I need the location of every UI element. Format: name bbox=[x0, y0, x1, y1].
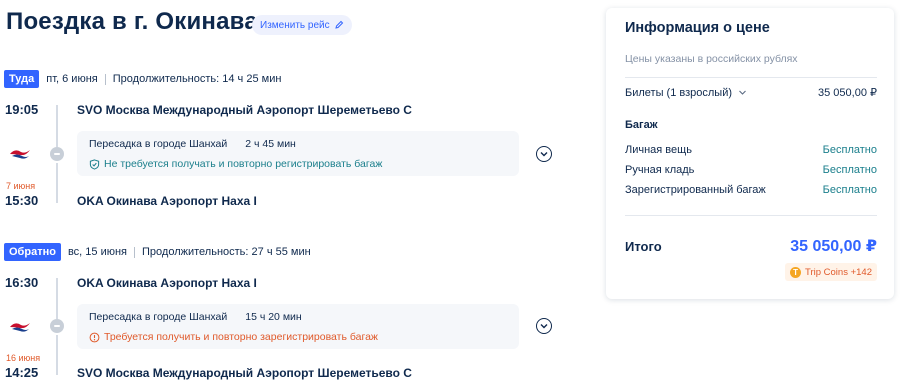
outbound-transfer-city: Пересадка в городе Шанхай bbox=[89, 138, 228, 150]
outbound-baggage-note: Не требуется получать и повторно регистр… bbox=[104, 158, 383, 170]
total-label: Итого bbox=[625, 238, 662, 254]
baggage-heading: Багаж bbox=[625, 119, 877, 131]
outbound-depart-airport: SVO Москва Международный Аэропорт Шереме… bbox=[77, 103, 412, 117]
outbound-arrive-time: 15:30 bbox=[5, 193, 39, 208]
outbound-depart-time: 19:05 bbox=[5, 102, 39, 117]
baggage-row: Зарегистрированный багаж Бесплатно bbox=[625, 184, 877, 196]
shield-check-icon bbox=[89, 158, 100, 170]
divider bbox=[104, 73, 106, 85]
transfer-icon bbox=[50, 147, 64, 161]
divider bbox=[625, 215, 877, 216]
timeline-line bbox=[56, 163, 58, 203]
inbound-header: Обратно вс, 15 июня Продолжительность: 2… bbox=[4, 243, 311, 261]
baggage-row: Ручная кладь Бесплатно bbox=[625, 164, 877, 176]
tickets-label: Билеты (1 взрослый) bbox=[625, 86, 733, 99]
change-flight-button[interactable]: Изменить рейс bbox=[252, 15, 352, 35]
outbound-duration: Продолжительность: 14 ч 25 мин bbox=[112, 73, 282, 85]
change-flight-label: Изменить рейс bbox=[260, 19, 330, 31]
page-title: Поездка в г. Окинава bbox=[6, 8, 258, 35]
inbound-transfer-time: 15 ч 20 мин bbox=[245, 311, 302, 323]
baggage-label: Ручная кладь bbox=[625, 164, 695, 176]
inbound-badge: Обратно bbox=[4, 243, 61, 261]
inbound-transfer-city: Пересадка в городе Шанхай bbox=[89, 311, 228, 323]
inbound-date: вс, 15 июня bbox=[67, 246, 128, 258]
outbound-expand-button[interactable] bbox=[536, 146, 552, 162]
china-eastern-logo-icon bbox=[10, 323, 30, 332]
baggage-heading-label: Багаж bbox=[625, 119, 658, 131]
china-eastern-logo-icon bbox=[10, 150, 30, 159]
inbound-transfer-box: Пересадка в городе Шанхай 15 ч 20 мин Тр… bbox=[77, 304, 519, 349]
outbound-badge: Туда bbox=[4, 70, 40, 88]
outbound-transfer-box: Пересадка в городе Шанхай 2 ч 45 мин Не … bbox=[77, 131, 519, 176]
inbound-arrive-date: 16 июня bbox=[6, 353, 41, 363]
chevron-down-icon bbox=[540, 152, 548, 157]
coin-icon: T bbox=[790, 266, 802, 278]
baggage-value: Бесплатно bbox=[822, 184, 877, 196]
outbound-transfer-time: 2 ч 45 мин bbox=[245, 138, 296, 150]
price-info-card: Информация о цене Цены указаны в российс… bbox=[606, 8, 894, 299]
total-value: 35 050,00 ₽ bbox=[790, 238, 877, 255]
warning-icon bbox=[89, 332, 100, 342]
currency-note: Цены указаны в российских рублях bbox=[625, 53, 798, 65]
total-row: Итого 35 050,00 ₽ bbox=[625, 236, 877, 256]
baggage-row: Личная вещь Бесплатно bbox=[625, 144, 877, 156]
divider bbox=[625, 77, 877, 78]
outbound-date: пт, 6 июня bbox=[46, 73, 98, 85]
outbound-header: Туда пт, 6 июня Продолжительность: 14 ч … bbox=[4, 70, 281, 88]
baggage-label: Личная вещь bbox=[625, 144, 692, 156]
trip-coins-badge: T Trip Coins +142 bbox=[785, 263, 877, 281]
timeline-line bbox=[56, 335, 58, 375]
inbound-arrive-time: 14:25 bbox=[5, 365, 39, 380]
transfer-icon bbox=[50, 319, 64, 333]
baggage-label: Зарегистрированный багаж bbox=[625, 184, 766, 196]
outbound-arrive-airport: OKA Окинава Аэропорт Наха I bbox=[77, 194, 257, 208]
tickets-value: 35 050,00 ₽ bbox=[818, 87, 877, 99]
tickets-row: Билеты (1 взрослый) 35 050,00 ₽ bbox=[625, 86, 877, 100]
chevron-down-icon bbox=[540, 324, 548, 329]
inbound-baggage-note: Требуется получить и повторно зарегистри… bbox=[104, 331, 378, 343]
inbound-arrive-airport: SVO Москва Международный Аэропорт Шереме… bbox=[77, 366, 412, 380]
baggage-value: Бесплатно bbox=[822, 144, 877, 156]
price-card-title: Информация о цене bbox=[625, 20, 770, 36]
trip-coins-label: Trip Coins +142 bbox=[805, 266, 872, 278]
tickets-toggle[interactable]: Билеты (1 взрослый) bbox=[625, 87, 747, 99]
timeline-line bbox=[56, 105, 58, 147]
inbound-depart-airport: OKA Окинава Аэропорт Наха I bbox=[77, 276, 257, 290]
inbound-depart-time: 16:30 bbox=[5, 275, 39, 290]
divider bbox=[134, 246, 136, 258]
outbound-arrive-date: 7 июня bbox=[6, 181, 36, 191]
timeline-line bbox=[56, 278, 58, 319]
inbound-duration: Продолжительность: 27 ч 55 мин bbox=[142, 246, 311, 258]
chevron-down-icon bbox=[739, 90, 746, 95]
baggage-value: Бесплатно bbox=[822, 164, 877, 176]
inbound-expand-button[interactable] bbox=[536, 318, 552, 334]
edit-icon bbox=[334, 20, 343, 29]
